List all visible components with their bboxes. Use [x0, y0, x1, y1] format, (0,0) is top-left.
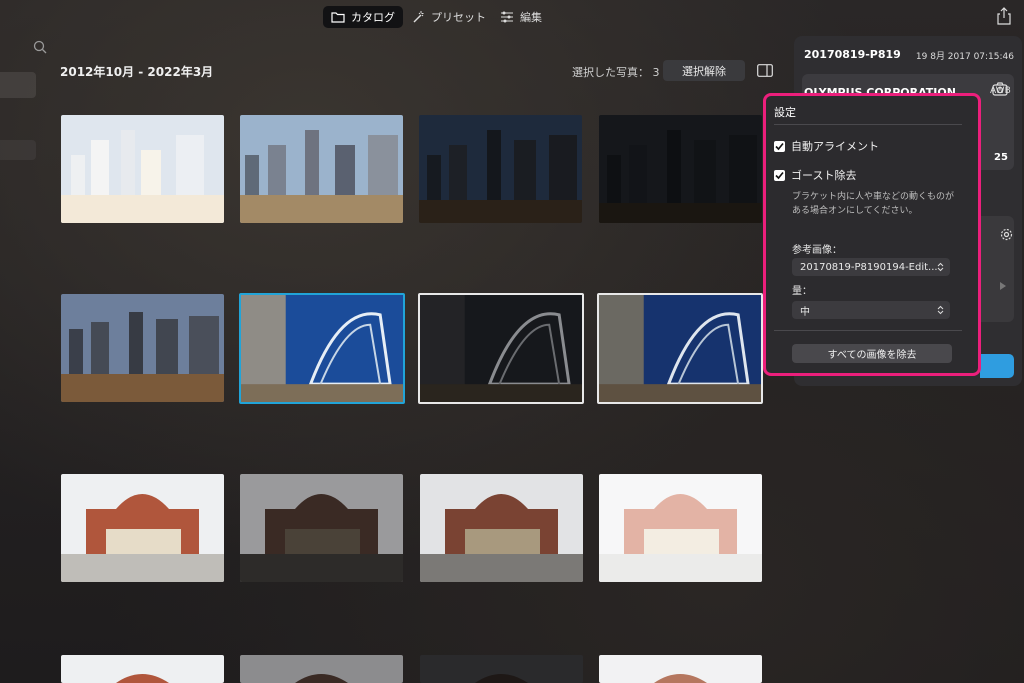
search-icon[interactable] [33, 40, 47, 54]
photo-thumbnail[interactable] [419, 115, 582, 223]
ghost-removal-label: ゴースト除去 [791, 169, 857, 182]
photo-thumbnail-selected[interactable] [239, 293, 405, 404]
checkmark-icon [775, 171, 784, 179]
merge-action-button[interactable] [980, 354, 1014, 378]
share-icon[interactable] [996, 7, 1012, 25]
photo-thumbnail[interactable] [61, 115, 224, 223]
top-toolbar: カタログ プリセット 編集 [0, 0, 1024, 34]
settings-title: 設定 [774, 106, 796, 119]
amount-value: 中 [800, 306, 810, 318]
photo-thumbnail[interactable] [61, 474, 224, 582]
reference-image-value: 20170819-P8190194-Edit... [800, 261, 938, 273]
ghost-removal-checkbox[interactable] [774, 169, 785, 181]
settings-popover: 設定 自動アライメント ゴースト除去 ブラケット内に人や車などの動くものがある場… [763, 93, 981, 376]
tab-catalog[interactable]: カタログ [323, 6, 403, 28]
tab-catalog-label: カタログ [351, 11, 395, 24]
ghost-removal-row[interactable]: ゴースト除去 [774, 167, 856, 183]
photo-thumbnail[interactable] [599, 655, 762, 683]
tab-presets-label: プリセット [431, 11, 486, 24]
divider [774, 124, 962, 125]
remove-all-images-button[interactable]: すべての画像を除去 [792, 344, 952, 363]
photo-thumbnail[interactable] [420, 474, 583, 582]
photo-thumbnail-selected[interactable] [418, 293, 584, 404]
auto-align-label: 自動アライメント [791, 140, 879, 153]
gear-icon[interactable] [1000, 228, 1013, 241]
info-number: 25 [994, 152, 1008, 163]
auto-align-checkbox[interactable] [774, 140, 785, 152]
divider [774, 330, 962, 331]
photo-thumbnail[interactable] [61, 294, 224, 402]
photo-thumbnail[interactable] [240, 474, 403, 582]
photo-thumbnail[interactable] [240, 655, 403, 683]
date-range-title: 2012年10月 - 2022年3月 [60, 65, 214, 79]
photo-thumbnail[interactable] [420, 655, 583, 683]
chevron-updown-icon [937, 305, 944, 315]
tab-edit[interactable]: 編集 [492, 6, 550, 28]
reference-image-label: 参考画像： [792, 245, 842, 256]
photo-thumbnail[interactable] [61, 655, 224, 683]
reference-image-select[interactable]: 20170819-P8190194-Edit... [792, 258, 950, 276]
auto-align-row[interactable]: 自動アライメント [774, 138, 879, 154]
photo-thumbnail[interactable] [599, 115, 762, 223]
chevron-updown-icon [937, 262, 944, 272]
deselect-button[interactable]: 選択解除 [663, 60, 745, 81]
ghost-removal-description: ブラケット内に人や車などの動くものがある場合オンにしてください。 [792, 192, 955, 216]
amount-label: 量： [792, 286, 812, 297]
photo-thumbnail-selected[interactable] [597, 293, 763, 404]
amount-select[interactable]: 中 [792, 301, 950, 319]
selection-count: 選択した写真： 3 [572, 66, 660, 79]
photo-thumbnail[interactable] [240, 115, 403, 223]
play-triangle-icon[interactable] [1000, 282, 1006, 290]
sidebar-ghost-item[interactable] [0, 72, 36, 98]
sidebar-ghost-item[interactable] [0, 140, 36, 160]
camera-icon [992, 82, 1008, 96]
magic-wand-icon [413, 11, 424, 23]
sidebar-toggle-icon[interactable] [757, 64, 773, 77]
checkmark-icon [775, 142, 784, 150]
tab-edit-label: 編集 [520, 11, 542, 24]
info-date: 19 8月 2017 07:15:46 [915, 52, 1014, 62]
tab-presets[interactable]: プリセット [403, 6, 494, 28]
sliders-icon [501, 11, 513, 23]
folder-icon [331, 12, 345, 23]
photo-thumbnail[interactable] [599, 474, 762, 582]
info-file-name: 20170819-P819 [804, 48, 901, 61]
